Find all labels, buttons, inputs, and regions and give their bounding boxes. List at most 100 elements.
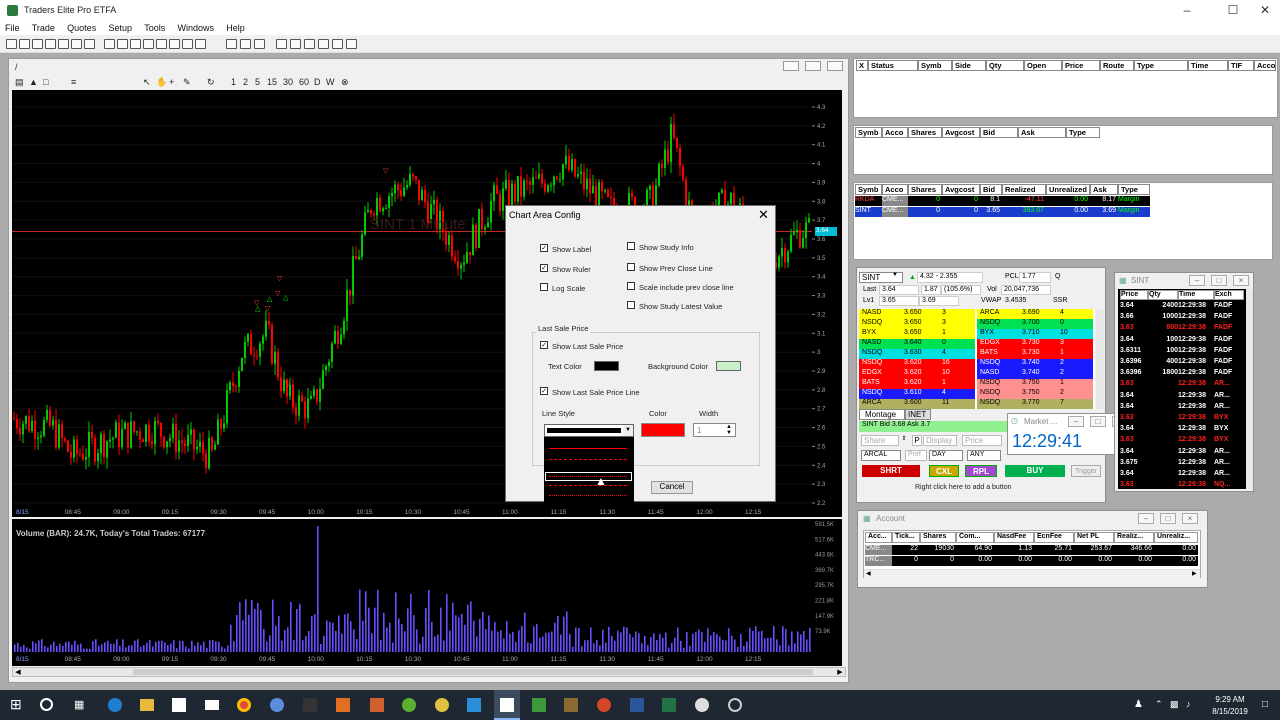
ts-cell[interactable] — [1148, 403, 1178, 413]
book-cell[interactable]: NSDQ — [979, 359, 1023, 369]
tool-icon[interactable] — [254, 39, 265, 49]
tool-icon[interactable] — [6, 39, 17, 49]
account-cell[interactable]: 25.71 — [1034, 545, 1074, 555]
ts-cell[interactable]: AR... — [1214, 448, 1244, 458]
tool-icon[interactable] — [117, 39, 128, 49]
book-cell[interactable]: 3.600 — [903, 399, 941, 409]
taskbar-time[interactable]: 9:29 AM — [1210, 695, 1250, 704]
buy-button[interactable]: BUY — [1005, 465, 1065, 477]
mail-icon[interactable] — [205, 700, 219, 710]
ts-cell[interactable]: 3.64 — [1120, 470, 1148, 480]
ts-cell[interactable] — [1148, 392, 1178, 402]
column-header[interactable]: Open — [1024, 60, 1062, 71]
ts-cell[interactable]: 1800 — [1148, 369, 1178, 379]
column-header[interactable]: Bid — [980, 184, 1002, 195]
notification-icon[interactable]: □ — [1262, 699, 1268, 710]
windows-start-icon[interactable]: ⊞ — [10, 697, 24, 711]
position-cell[interactable]: -47.11 — [1002, 196, 1046, 206]
tool-icon[interactable] — [71, 39, 82, 49]
ts-column-header[interactable]: Time — [1178, 290, 1214, 300]
show-study-info-checkbox[interactable] — [627, 242, 635, 250]
menu-help[interactable]: Help — [221, 21, 250, 33]
book-cell[interactable]: 3.700 — [1021, 319, 1059, 329]
scroll-right-icon[interactable]: ▶ — [835, 668, 845, 676]
book-cell[interactable]: 3 — [1059, 339, 1093, 349]
volume-chart[interactable]: Volume (BAR): 24.7K, Today's Total Trade… — [12, 519, 812, 652]
column-header[interactable]: Acco — [882, 127, 908, 138]
ts-cell[interactable]: AR... — [1214, 380, 1244, 390]
position-cell[interactable]: 8.17 — [1090, 196, 1118, 206]
ts-cell[interactable]: 3.6396 — [1120, 369, 1148, 379]
ts-cell[interactable]: 12:29:38 — [1178, 392, 1214, 402]
chart-tool-icon[interactable]: □ — [43, 77, 48, 87]
book-cell[interactable]: ARCA — [861, 399, 905, 409]
scroll-left-icon[interactable]: ◀ — [13, 668, 23, 676]
account-cell[interactable]: 0.00 — [1154, 556, 1198, 566]
chevron-down-icon[interactable]: ▼ — [623, 425, 633, 436]
ts-cell[interactable]: 12:29:38 — [1178, 324, 1214, 334]
maximize-button[interactable]: ☐ — [1218, 3, 1248, 18]
app-icon[interactable] — [728, 698, 742, 712]
ts-cell[interactable]: 3.675 — [1120, 459, 1148, 469]
book-cell[interactable]: NSDQ — [861, 389, 905, 399]
position-cell[interactable]: 3.65 — [980, 207, 1002, 217]
column-header[interactable]: Acco — [1254, 60, 1276, 71]
book-cell[interactable]: 2 — [1059, 359, 1093, 369]
column-header[interactable]: Side — [952, 60, 986, 71]
account-cell[interactable]: 19030 — [920, 545, 956, 555]
book-cell[interactable]: 3 — [941, 319, 975, 329]
scroll-thumb[interactable] — [133, 669, 813, 675]
account-cell[interactable]: 0 — [920, 556, 956, 566]
app-icon[interactable] — [402, 698, 416, 712]
ts-cell[interactable]: 3.63 — [1120, 414, 1148, 424]
ts-cell[interactable]: AR... — [1214, 470, 1244, 480]
tool-icon[interactable] — [226, 39, 237, 49]
show-study-latest-checkbox[interactable] — [627, 301, 635, 309]
column-header[interactable]: Symb — [855, 184, 882, 195]
ts-cell[interactable]: 12:29:38 — [1178, 459, 1214, 469]
ts-cell[interactable]: FADF — [1214, 358, 1244, 368]
network-icon[interactable]: ▩ — [1170, 699, 1179, 710]
column-header[interactable]: Status — [868, 60, 918, 71]
ts-cell[interactable]: 12:29:38 — [1178, 470, 1214, 480]
app-icon[interactable] — [564, 698, 578, 712]
ts-cell[interactable]: 12:29:38 — [1178, 403, 1214, 413]
book-cell[interactable]: 3.620 — [903, 359, 941, 369]
book-cell[interactable]: NSDQ — [979, 379, 1023, 389]
tool-icon[interactable] — [169, 39, 180, 49]
ts-cell[interactable] — [1148, 414, 1178, 424]
position-cell[interactable]: 0 — [942, 196, 980, 206]
book-cell[interactable]: 0 — [941, 339, 975, 349]
tool-icon[interactable] — [19, 39, 30, 49]
ts-cell[interactable]: FADF — [1214, 302, 1244, 312]
chart-close-button[interactable] — [827, 61, 843, 71]
tool-icon[interactable] — [143, 39, 154, 49]
account-column-header[interactable]: Realiz... — [1114, 532, 1154, 543]
book-cell[interactable]: NASD — [979, 369, 1023, 379]
ts-cell[interactable]: 12:29:38 — [1178, 358, 1214, 368]
book-cell[interactable]: 1 — [941, 379, 975, 389]
book-cell[interactable]: 1 — [1059, 379, 1093, 389]
ts-cell[interactable]: 12:29:38 — [1178, 481, 1214, 491]
ts-cell[interactable]: 12:29:38 — [1178, 313, 1214, 323]
clock-minimize-button[interactable]: – — [1068, 416, 1084, 427]
tool-icon[interactable] — [276, 39, 287, 49]
cxl-button[interactable]: CXL — [929, 465, 959, 477]
cursor-icon[interactable]: ↖ — [143, 77, 151, 88]
trigger-button[interactable]: Trigger — [1071, 465, 1101, 477]
interval-5[interactable]: 5 — [255, 77, 260, 87]
line-style-option[interactable] — [549, 495, 627, 496]
tool-icon[interactable] — [104, 39, 115, 49]
minimize-button[interactable]: – — [1172, 3, 1202, 18]
taskbar-date[interactable]: 8/15/2019 — [1205, 707, 1255, 716]
ts-cell[interactable]: 800 — [1148, 324, 1178, 334]
display-input[interactable]: Display — [923, 435, 957, 446]
interval-60[interactable]: 60 — [299, 77, 309, 87]
app-icon[interactable] — [370, 698, 384, 712]
scale-prev-close-checkbox[interactable] — [627, 282, 635, 290]
ts-cell[interactable] — [1148, 470, 1178, 480]
account-column-header[interactable]: Tick... — [892, 532, 920, 543]
ts-cell[interactable]: 400 — [1148, 358, 1178, 368]
book-cell[interactable]: 3.750 — [1021, 379, 1059, 389]
excel-icon[interactable] — [662, 698, 676, 712]
